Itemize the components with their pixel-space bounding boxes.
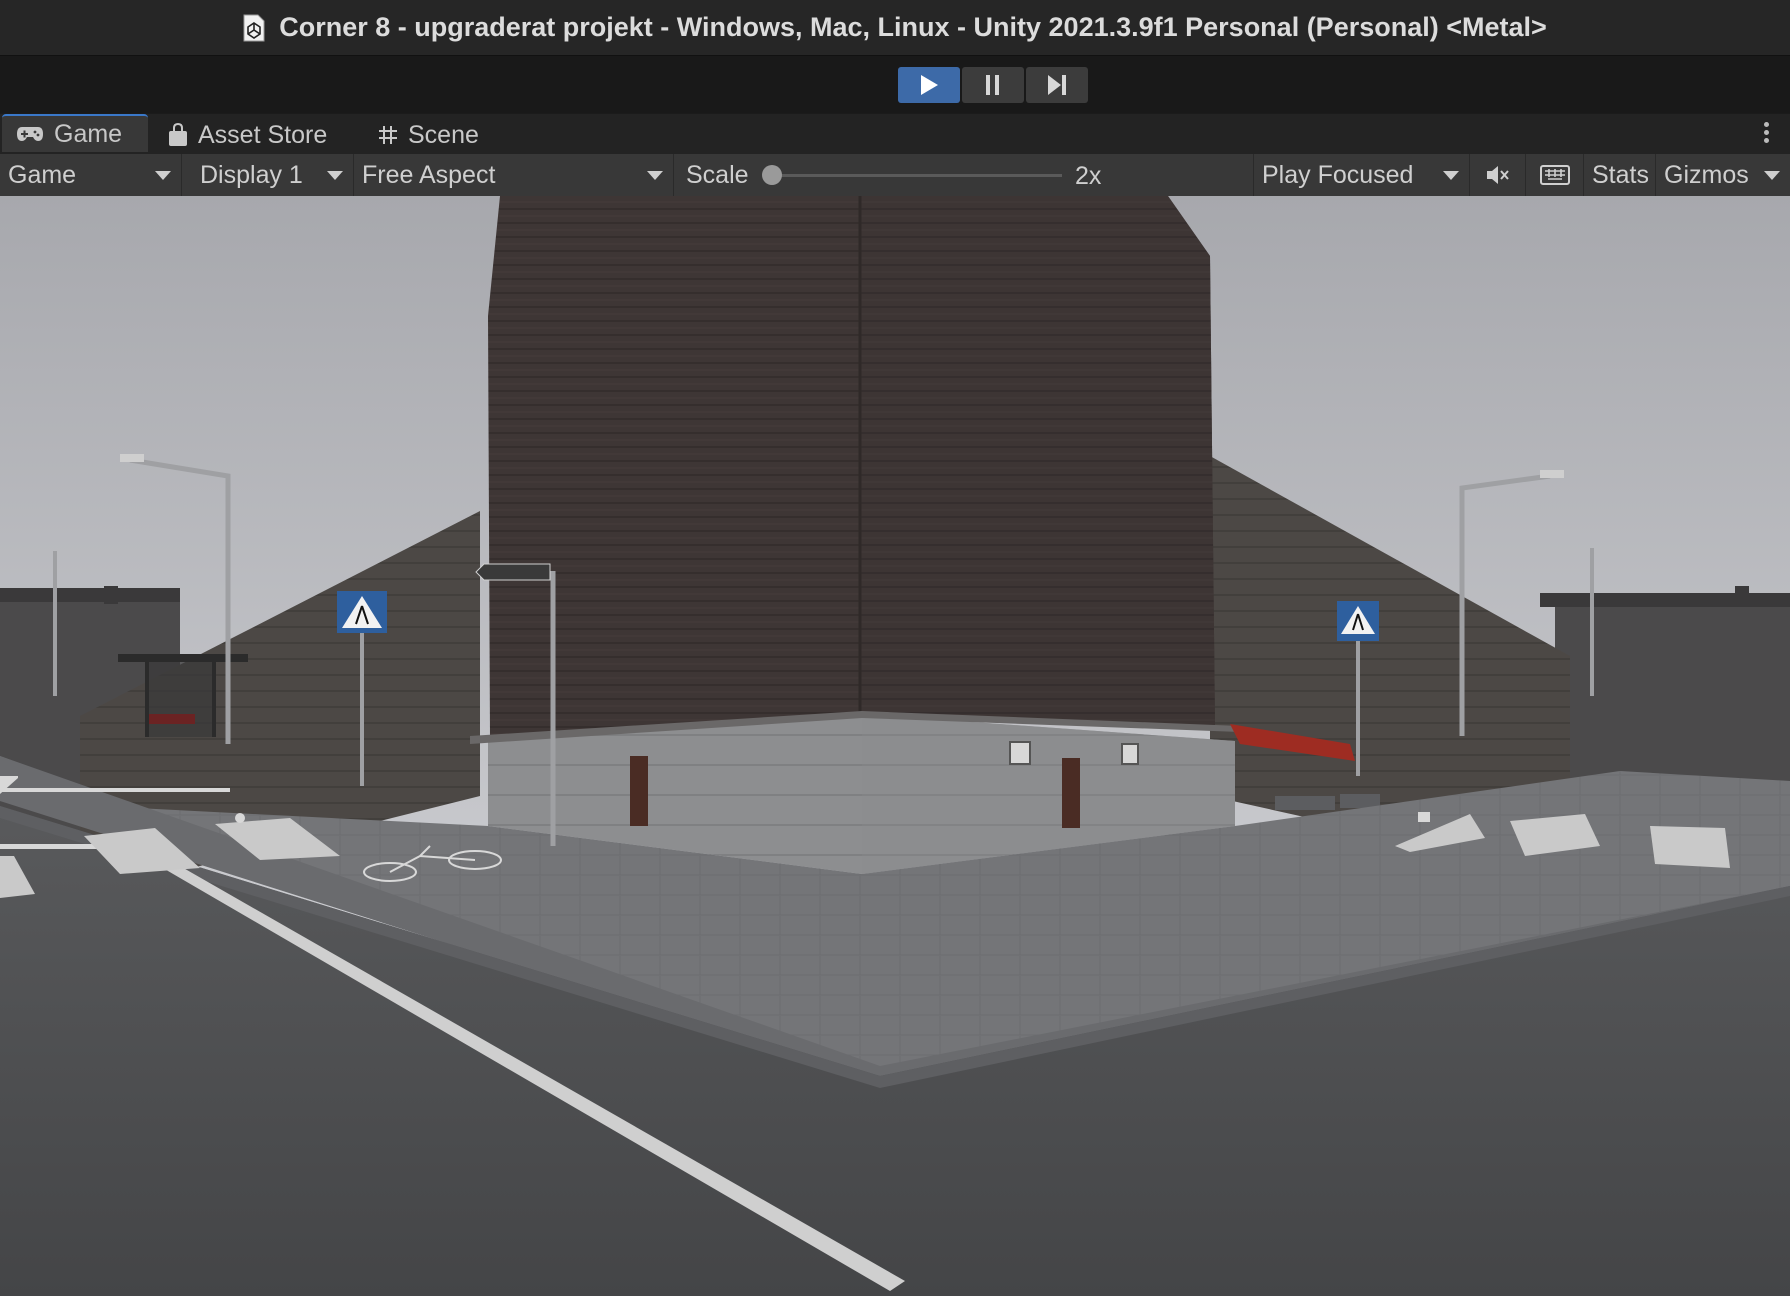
tab-asset-store-label: Asset Store bbox=[198, 120, 328, 149]
display-dropdown[interactable]: Display 1 bbox=[182, 154, 354, 196]
display-value: Display 1 bbox=[200, 160, 303, 189]
gizmos-label: Gizmos bbox=[1664, 160, 1749, 189]
step-button[interactable] bbox=[1026, 67, 1088, 103]
keyboard-icon bbox=[1539, 165, 1570, 185]
chevron-down-icon bbox=[1764, 171, 1780, 180]
scale-label: Scale bbox=[686, 160, 749, 189]
stats-button[interactable]: Stats bbox=[1584, 154, 1656, 196]
scale-slider-handle[interactable] bbox=[762, 165, 782, 185]
aspect-dropdown[interactable]: Free Aspect bbox=[354, 154, 674, 196]
editor-tab-strip: Game Asset Store Scene bbox=[0, 114, 1790, 154]
scale-slider-track[interactable] bbox=[772, 174, 1062, 177]
keyboard-shortcuts-button[interactable] bbox=[1526, 154, 1584, 196]
window-title: Corner 8 - upgraderat projekt - Windows,… bbox=[279, 12, 1547, 42]
mute-audio-icon bbox=[1486, 166, 1509, 184]
aspect-value: Free Aspect bbox=[362, 160, 496, 189]
tab-scene[interactable]: Scene bbox=[378, 116, 479, 154]
tab-asset-store[interactable]: Asset Store bbox=[168, 116, 327, 154]
main-toolbar bbox=[0, 56, 1790, 113]
gamepad-icon bbox=[17, 127, 43, 141]
stats-label: Stats bbox=[1592, 160, 1649, 189]
tab-game-label: Game bbox=[54, 119, 123, 148]
unity-document-icon bbox=[243, 14, 265, 41]
play-button[interactable] bbox=[898, 67, 960, 103]
more-options-icon[interactable] bbox=[1764, 122, 1770, 146]
mute-audio-button[interactable] bbox=[1470, 154, 1526, 196]
chevron-down-icon bbox=[155, 171, 171, 180]
tab-game[interactable]: Game bbox=[2, 114, 148, 152]
tab-scene-label: Scene bbox=[408, 120, 479, 149]
game-viewport[interactable] bbox=[0, 196, 1790, 1296]
pause-icon bbox=[986, 75, 999, 95]
play-mode-value: Play Focused bbox=[1262, 160, 1414, 189]
view-type-value: Game bbox=[8, 160, 77, 189]
view-type-dropdown[interactable]: Game bbox=[0, 154, 182, 196]
shopping-bag-icon bbox=[169, 123, 187, 146]
play-mode-dropdown[interactable]: Play Focused bbox=[1254, 154, 1470, 196]
grid-icon bbox=[379, 126, 397, 144]
gizmos-dropdown[interactable]: Gizmos bbox=[1656, 154, 1790, 196]
pause-button[interactable] bbox=[962, 67, 1024, 103]
window-title-bar: Corner 8 - upgraderat projekt - Windows,… bbox=[0, 0, 1790, 56]
game-scene bbox=[0, 196, 1790, 1296]
play-icon bbox=[921, 75, 938, 95]
chevron-down-icon bbox=[327, 171, 343, 180]
chevron-down-icon bbox=[647, 171, 663, 180]
playback-controls bbox=[898, 67, 1090, 103]
chevron-down-icon bbox=[1443, 171, 1459, 180]
game-view-controls: Game Display 1 Free Aspect Scale 2x Play… bbox=[0, 154, 1790, 197]
scale-value: 2x bbox=[1075, 162, 1102, 190]
step-icon bbox=[1048, 75, 1066, 95]
